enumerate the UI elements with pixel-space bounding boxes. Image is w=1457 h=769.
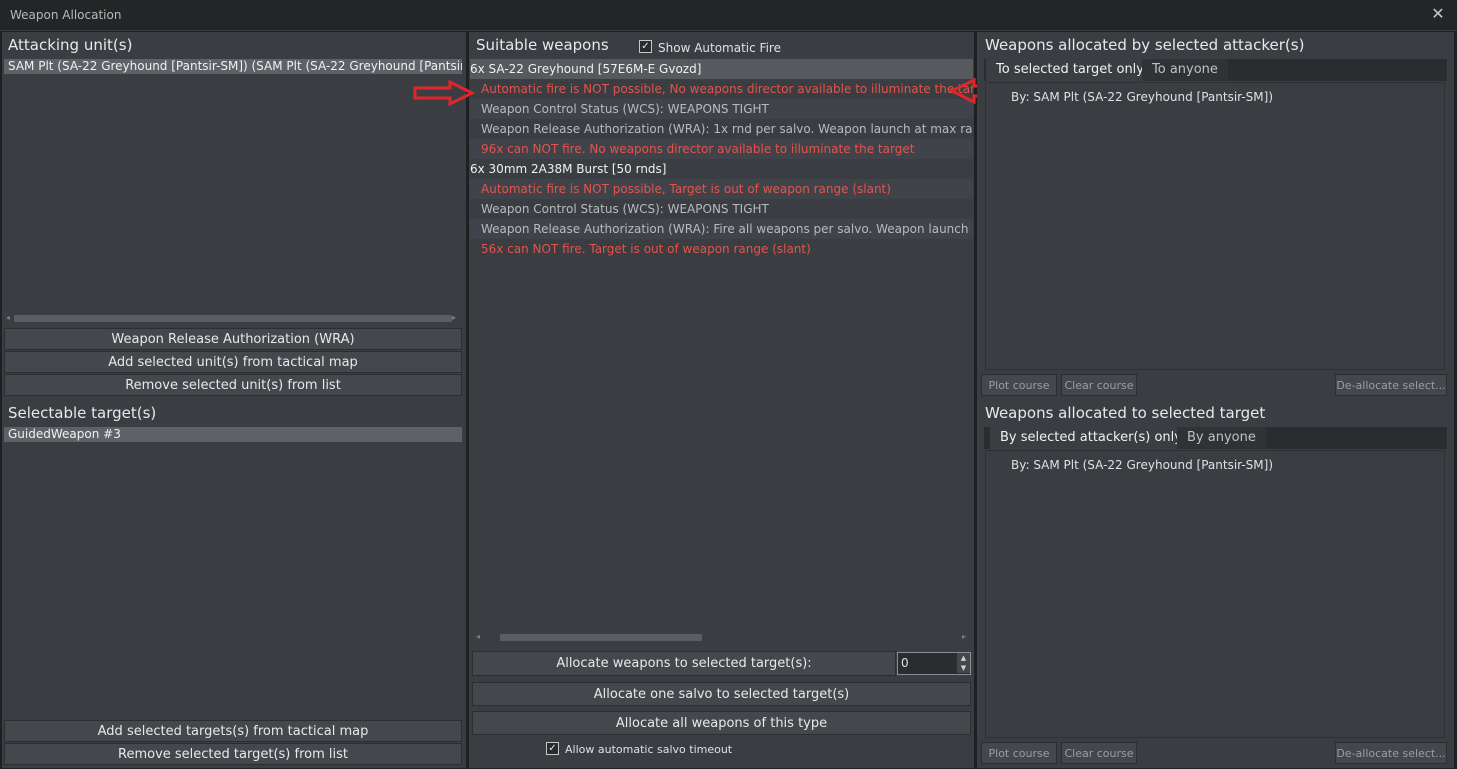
weapon-status-row[interactable]: Weapon Control Status (WCS): WEAPONS TIG… bbox=[470, 199, 973, 219]
allocate-quantity-stepper[interactable]: 0 ▲ ▼ bbox=[897, 652, 971, 675]
plot-course-button[interactable]: Plot course bbox=[981, 742, 1057, 764]
weapon-status-row[interactable]: 96x can NOT fire. No weapons director av… bbox=[470, 139, 973, 159]
allocation-entry[interactable]: By: SAM Plt (SA-22 Greyhound [Pantsir-SM… bbox=[1011, 458, 1273, 472]
suitable-heading: Suitable weapons bbox=[476, 36, 609, 54]
allocate-quantity-value[interactable]: 0 bbox=[901, 656, 909, 670]
scroll-left-icon[interactable]: ◂ bbox=[6, 313, 14, 323]
weapon-group-row[interactable]: 6x 30mm 2A38M Burst [50 rnds] bbox=[470, 159, 973, 179]
by-attacker-heading: Weapons allocated by selected attacker(s… bbox=[985, 36, 1305, 54]
tab-to-selected-target[interactable]: To selected target only bbox=[986, 59, 1154, 81]
tab-by-selected-attacker[interactable]: By selected attacker(s) only bbox=[990, 427, 1192, 449]
wra-button[interactable]: Weapon Release Authorization (WRA) bbox=[4, 328, 462, 350]
target-row[interactable]: GuidedWeapon #3 bbox=[4, 427, 462, 442]
deallocate-button[interactable]: De-allocate select... bbox=[1335, 742, 1447, 764]
auto-timeout-label: Allow automatic salvo timeout bbox=[565, 743, 733, 756]
check-icon: ✓ bbox=[548, 743, 557, 754]
spin-up-icon[interactable]: ▲ bbox=[957, 653, 970, 663]
weapon-group-row[interactable]: 6x SA-22 Greyhound [57E6M-E Gvozd] bbox=[470, 59, 973, 79]
allocation-entry[interactable]: By: SAM Plt (SA-22 Greyhound [Pantsir-SM… bbox=[1011, 90, 1273, 104]
weapon-status-row[interactable]: Weapon Release Authorization (WRA): Fire… bbox=[470, 219, 973, 239]
plot-course-button[interactable]: Plot course bbox=[981, 374, 1057, 396]
scroll-thumb[interactable] bbox=[500, 634, 702, 641]
weapon-status-row[interactable]: Weapon Control Status (WCS): WEAPONS TIG… bbox=[470, 99, 973, 119]
weapon-status-row[interactable]: Automatic fire is NOT possible, Target i… bbox=[470, 179, 973, 199]
title-bar: Weapon Allocation ✕ bbox=[0, 0, 1457, 31]
to-target-list: By: SAM Plt (SA-22 Greyhound [Pantsir-SM… bbox=[985, 450, 1445, 738]
deallocate-button[interactable]: De-allocate select... bbox=[1335, 374, 1447, 396]
allocate-salvo-button[interactable]: Allocate one salvo to selected target(s) bbox=[472, 682, 971, 706]
allocate-weapons-label-button[interactable]: Allocate weapons to selected target(s): bbox=[472, 651, 896, 676]
window-title: Weapon Allocation bbox=[10, 8, 122, 22]
by-attacker-tabs: To selected target only To anyone bbox=[984, 59, 1447, 81]
spin-down-icon[interactable]: ▼ bbox=[957, 663, 970, 673]
tab-by-anyone[interactable]: By anyone bbox=[1177, 427, 1266, 449]
weapon-status-row[interactable]: 56x can NOT fire. Target is out of weapo… bbox=[470, 239, 973, 259]
auto-timeout-checkbox[interactable]: ✓ bbox=[546, 742, 559, 755]
add-units-button[interactable]: Add selected unit(s) from tactical map bbox=[4, 351, 462, 373]
weapon-status-row[interactable]: Automatic fire is NOT possible, No weapo… bbox=[470, 79, 973, 99]
attacking-hscroll[interactable]: ◂ ▸ bbox=[4, 313, 462, 323]
show-auto-fire-label: Show Automatic Fire bbox=[658, 41, 781, 55]
scroll-left-icon[interactable]: ◂ bbox=[476, 632, 484, 642]
attacking-unit-row[interactable]: SAM Plt (SA-22 Greyhound [Pantsir-SM]) (… bbox=[4, 59, 462, 74]
targets-heading: Selectable target(s) bbox=[8, 404, 157, 422]
attacking-heading: Attacking unit(s) bbox=[8, 36, 133, 54]
allocate-all-button[interactable]: Allocate all weapons of this type bbox=[472, 711, 971, 735]
to-target-heading: Weapons allocated to selected target bbox=[985, 404, 1266, 422]
show-auto-fire-checkbox[interactable]: ✓ bbox=[639, 40, 652, 53]
weapons-list: 6x SA-22 Greyhound [57E6M-E Gvozd] Autom… bbox=[470, 59, 973, 629]
add-targets-button[interactable]: Add selected targets(s) from tactical ma… bbox=[4, 720, 462, 742]
scroll-thumb[interactable] bbox=[14, 315, 452, 322]
scroll-right-icon[interactable]: ▸ bbox=[452, 313, 460, 323]
scroll-right-icon[interactable]: ▸ bbox=[962, 632, 970, 642]
clear-course-button[interactable]: Clear course bbox=[1061, 742, 1137, 764]
by-attacker-list: By: SAM Plt (SA-22 Greyhound [Pantsir-SM… bbox=[985, 82, 1445, 370]
check-icon: ✓ bbox=[641, 41, 650, 52]
remove-targets-button[interactable]: Remove selected target(s) from list bbox=[4, 743, 462, 765]
attacking-panel bbox=[2, 32, 466, 768]
weapons-hscroll[interactable]: ◂ ▸ bbox=[472, 632, 972, 642]
remove-units-button[interactable]: Remove selected unit(s) from list bbox=[4, 374, 462, 396]
to-target-tabs: By selected attacker(s) only By anyone bbox=[984, 427, 1447, 449]
clear-course-button[interactable]: Clear course bbox=[1061, 374, 1137, 396]
red-arrow-icon bbox=[413, 79, 476, 107]
weapon-status-row[interactable]: Weapon Release Authorization (WRA): 1x r… bbox=[470, 119, 973, 139]
close-icon[interactable]: ✕ bbox=[1429, 5, 1447, 23]
tab-to-anyone[interactable]: To anyone bbox=[1142, 59, 1228, 81]
